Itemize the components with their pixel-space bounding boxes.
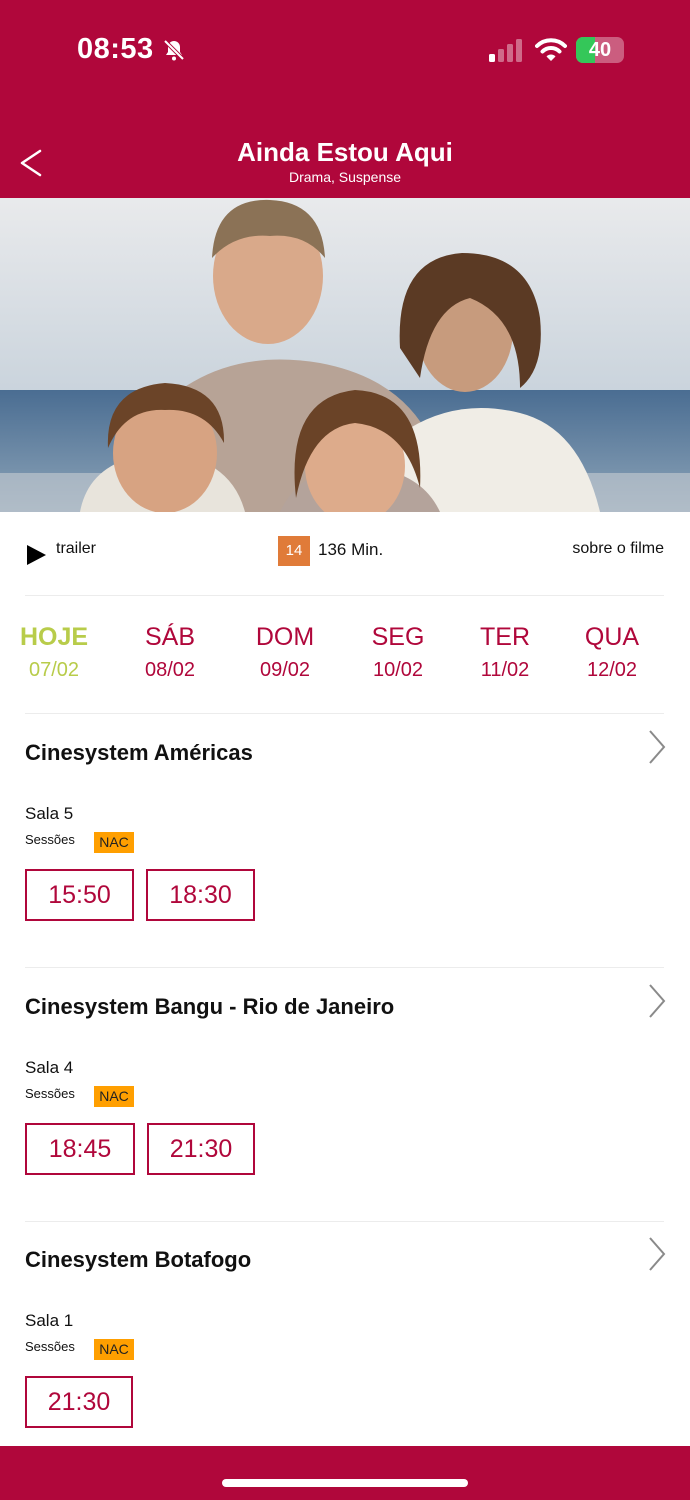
date-tab-seg[interactable]: SEG 10/02	[348, 620, 448, 685]
divider	[25, 595, 664, 596]
divider	[25, 1221, 664, 1222]
age-rating-badge: 14	[278, 536, 310, 566]
date-day: QUA	[584, 623, 640, 651]
sessions-label: Sessões	[25, 1086, 75, 1101]
bell-slash-icon	[163, 39, 185, 61]
movie-duration: 136 Min.	[318, 540, 384, 559]
date-day: HOJE	[19, 623, 89, 651]
cinema-item: Cinesystem Américas Sala 5 Sessões NAC 1…	[0, 730, 690, 980]
date-date: 07/02	[28, 659, 80, 681]
date-date: 10/02	[372, 659, 424, 681]
app-header: 08:53 40 Ainda Estou Aqui Drama, Suspens…	[0, 0, 690, 198]
nac-badge: NAC	[94, 1086, 134, 1107]
room-label: Sala 5	[25, 804, 74, 823]
cinema-item: Cinesystem Bangu - Rio de Janeiro Sala 4…	[0, 984, 690, 1234]
cinema-name[interactable]: Cinesystem Bangu - Rio de Janeiro	[25, 994, 394, 1020]
date-day: SÁB	[144, 623, 196, 651]
chevron-right-icon[interactable]	[646, 1235, 668, 1273]
battery-percent: 40	[588, 39, 612, 61]
date-date: 08/02	[144, 659, 196, 681]
divider	[25, 713, 664, 714]
nac-badge: NAC	[94, 832, 134, 853]
play-icon	[27, 545, 46, 565]
battery-indicator: 40	[576, 37, 624, 63]
movie-title: Ainda Estou Aqui	[237, 137, 453, 167]
session-time-button[interactable]: 18:30	[146, 869, 255, 921]
date-tab-ter[interactable]: TER 11/02	[455, 620, 555, 685]
room-label: Sala 1	[25, 1311, 74, 1330]
status-time: 08:53	[77, 33, 154, 65]
date-date: 09/02	[259, 659, 311, 681]
divider	[25, 967, 664, 968]
date-day: SEG	[371, 623, 425, 651]
date-tab-sab[interactable]: SÁB 08/02	[120, 620, 220, 685]
movie-genre: Drama, Suspense	[288, 169, 402, 185]
sessions-label: Sessões	[25, 832, 75, 847]
date-date: 11/02	[480, 659, 530, 681]
date-day: DOM	[255, 623, 315, 651]
trailer-label: trailer	[56, 540, 97, 557]
chevron-right-icon[interactable]	[646, 728, 668, 766]
date-tab-dom[interactable]: DOM 09/02	[235, 620, 335, 685]
session-time-button[interactable]: 21:30	[25, 1376, 133, 1428]
date-tab-qua[interactable]: QUA 12/02	[562, 620, 662, 685]
date-tab-hoje[interactable]: HOJE 07/02	[4, 620, 104, 685]
bottom-bar	[0, 1446, 690, 1500]
chevron-right-icon[interactable]	[646, 982, 668, 1020]
about-movie-link[interactable]: sobre o filme	[572, 540, 664, 558]
session-time-button[interactable]: 21:30	[147, 1123, 255, 1175]
session-time-button[interactable]: 18:45	[25, 1123, 135, 1175]
date-date: 12/02	[586, 659, 638, 681]
movie-info-row: trailer 14 136 Min. sobre o filme	[0, 512, 690, 596]
session-time-button[interactable]: 15:50	[25, 869, 134, 921]
nac-badge: NAC	[94, 1339, 134, 1360]
sessions-label: Sessões	[25, 1339, 75, 1354]
date-selector: HOJE 07/02 SÁB 08/02 DOM 09/02 SEG 10/02…	[0, 620, 690, 690]
cinema-name[interactable]: Cinesystem Américas	[25, 740, 253, 766]
cellular-signal-icon	[489, 39, 522, 62]
date-day: TER	[480, 623, 530, 651]
cinema-name[interactable]: Cinesystem Botafogo	[25, 1247, 251, 1273]
home-indicator[interactable]	[222, 1479, 468, 1487]
room-label: Sala 4	[25, 1058, 74, 1077]
wifi-icon	[535, 38, 567, 61]
movie-hero-image	[0, 198, 690, 512]
